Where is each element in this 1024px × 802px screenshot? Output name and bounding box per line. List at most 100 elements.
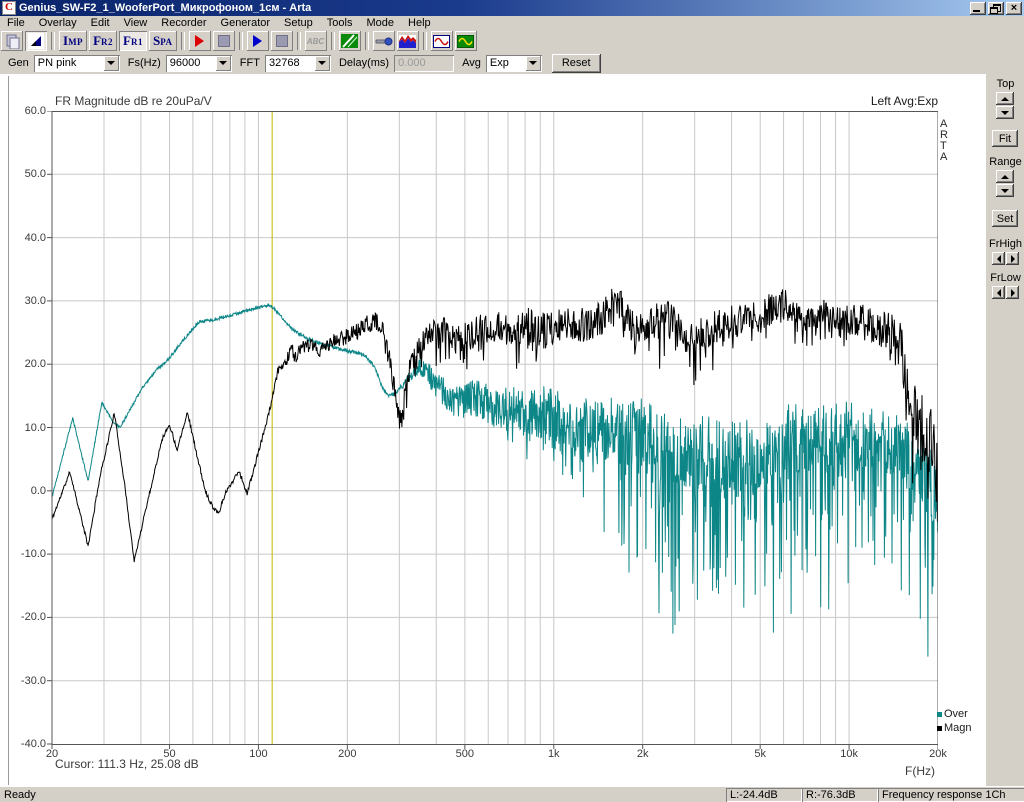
toolbar-separator	[331, 32, 335, 50]
x-axis-label: F(Hz)	[898, 764, 942, 778]
reset-button[interactable]: Reset	[552, 54, 601, 73]
abc-icon: ABC	[307, 37, 324, 46]
microphone-button[interactable]	[373, 31, 395, 51]
fft-label: FFT	[240, 57, 260, 69]
fr-magnitude-mode-button[interactable]	[25, 31, 47, 51]
series-magn-line	[52, 289, 938, 562]
restore-button[interactable]	[988, 2, 1004, 15]
minimize-button[interactable]	[970, 2, 986, 15]
y-tick-label: -10.0	[8, 548, 46, 560]
frhigh-left-button[interactable]	[992, 252, 1005, 265]
menu-overlay[interactable]: Overlay	[32, 16, 84, 30]
dropdown-button[interactable]	[216, 56, 231, 71]
fr2-label: FR2	[89, 33, 117, 49]
diagonal-stripes-icon	[341, 34, 358, 48]
x-tick-label: 2k	[621, 748, 665, 760]
fit-button[interactable]: Fit	[992, 130, 1018, 147]
x-tick-label: 500	[443, 748, 487, 760]
fr-triangle-icon	[28, 33, 44, 49]
arta-watermark: A R T A	[940, 119, 948, 163]
avg-label: Avg	[462, 57, 481, 69]
record-stop-button[interactable]	[213, 31, 235, 51]
dropdown-button[interactable]	[104, 56, 119, 71]
frlow-right-button[interactable]	[1006, 286, 1019, 299]
delay-label: Delay(ms)	[339, 57, 389, 69]
arta-window: C Genius_SW-F2_1_WooferPort_Микрофоном_1…	[0, 0, 1024, 802]
fr1-mode-button[interactable]: FR1	[119, 31, 147, 51]
copy-pages-icon	[4, 33, 20, 49]
sampling-rate-select[interactable]: 96000	[166, 55, 232, 72]
menu-tools[interactable]: Tools	[320, 16, 360, 30]
chevron-down-icon	[219, 61, 227, 65]
generator-play-icon	[253, 35, 262, 47]
fr2-mode-button[interactable]: FR2	[89, 31, 117, 51]
range-up-button[interactable]	[996, 170, 1014, 183]
arrow-up-icon	[1001, 175, 1009, 179]
toolbar-separator	[181, 32, 185, 50]
toolbar: IMP FR2 FR1 SPA ABC	[0, 30, 1024, 53]
menu-setup[interactable]: Setup	[277, 16, 320, 30]
generator-type-select[interactable]: PN pink	[34, 55, 120, 72]
chevron-down-icon	[529, 61, 537, 65]
chart-title: FR Magnitude dB re 20uPa/V	[55, 94, 212, 108]
arrow-up-icon	[1001, 97, 1009, 101]
spa-mode-button[interactable]: SPA	[149, 31, 177, 51]
y-tick-label: 10.0	[8, 422, 46, 434]
window-title: Genius_SW-F2_1_WooferPort_Микрофоном_1см…	[19, 2, 311, 14]
generator-stop-button[interactable]	[271, 31, 293, 51]
y-tick-label: 40.0	[8, 232, 46, 244]
set-button[interactable]: Set	[992, 210, 1018, 227]
arrow-left-icon	[997, 289, 1001, 297]
menu-recorder[interactable]: Recorder	[154, 16, 213, 30]
two-channel-generator-button[interactable]	[455, 31, 477, 51]
menu-file[interactable]: File	[0, 16, 32, 30]
legend-label: Magn	[944, 722, 972, 734]
frhigh-label: FrHigh	[986, 238, 1024, 250]
fft-size-select[interactable]: 32768	[265, 55, 331, 72]
menu-help[interactable]: Help	[401, 16, 438, 30]
spectrum-overlay-button[interactable]	[397, 31, 419, 51]
range-down-button[interactable]	[996, 184, 1014, 197]
menu-edit[interactable]: Edit	[84, 16, 117, 30]
dropdown-button[interactable]	[315, 56, 330, 71]
fr-plot[interactable]	[46, 111, 938, 751]
y-tick-label: 0.0	[8, 485, 46, 497]
dropdown-button[interactable]	[526, 56, 541, 71]
chevron-down-icon	[318, 61, 326, 65]
range-label: Range	[986, 156, 1024, 168]
microphone-icon	[375, 35, 393, 47]
menu-mode[interactable]: Mode	[359, 16, 401, 30]
series-over-line	[52, 304, 938, 656]
top-label: Top	[986, 78, 1024, 90]
spectrum-icon	[399, 35, 416, 48]
frhigh-right-button[interactable]	[1006, 252, 1019, 265]
top-up-button[interactable]	[996, 92, 1014, 105]
status-ready: Ready	[4, 789, 36, 801]
frlow-left-button[interactable]	[992, 286, 1005, 299]
title-bar: C Genius_SW-F2_1_WooferPort_Микрофоном_1…	[0, 0, 1024, 16]
arrow-right-icon	[1011, 289, 1015, 297]
copy-button[interactable]	[1, 31, 23, 51]
legend-item-over: Over	[937, 707, 972, 721]
legend-swatch	[937, 712, 942, 717]
calibrate-button[interactable]: ABC	[305, 31, 327, 51]
fr1-label: FR1	[119, 33, 147, 49]
scope-button[interactable]	[339, 31, 361, 51]
generator-start-button[interactable]	[247, 31, 269, 51]
arrow-right-icon	[1011, 255, 1015, 263]
signal-generator-button[interactable]	[431, 31, 453, 51]
menu-generator[interactable]: Generator	[214, 16, 278, 30]
legend-swatch	[937, 726, 942, 731]
close-button[interactable]: ×	[1006, 2, 1022, 15]
frlow-label: FrLow	[986, 272, 1024, 284]
imp-mode-button[interactable]: IMP	[59, 31, 87, 51]
legend-label: Over	[944, 708, 968, 720]
top-down-button[interactable]	[996, 106, 1014, 119]
menu-view[interactable]: View	[117, 16, 155, 30]
minimize-icon	[973, 10, 980, 12]
side-panel: Top Fit Range Set FrHigh FrLow	[985, 74, 1024, 786]
record-start-button[interactable]	[189, 31, 211, 51]
control-bar: Gen PN pink Fs(Hz) 96000 FFT 32768 Delay…	[0, 52, 1024, 75]
averaging-select[interactable]: Exp	[486, 55, 542, 72]
legend-item-magn: Magn	[937, 721, 972, 735]
